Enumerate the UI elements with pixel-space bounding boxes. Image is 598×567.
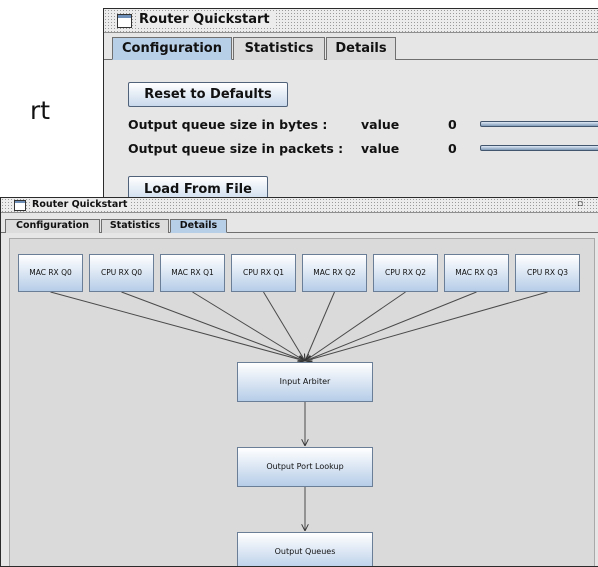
output-port-lookup-node[interactable]: Output Port Lookup xyxy=(237,447,373,487)
tab-statistics[interactable]: Statistics xyxy=(233,37,325,60)
tab-configuration[interactable]: Configuration xyxy=(5,219,100,233)
title-bar[interactable]: Router Quickstart ▫︎ xyxy=(1,198,598,213)
router-quickstart-window-back[interactable]: Router Quickstart Configuration Statisti… xyxy=(103,8,598,218)
tab-bar: Configuration Statistics Details xyxy=(1,219,598,233)
queue-to-arbiter-edge xyxy=(305,291,548,361)
packets-slider[interactable] xyxy=(480,145,598,151)
window-icon xyxy=(117,14,132,28)
slide-text-fragment: rt xyxy=(30,96,51,125)
bytes-slider[interactable] xyxy=(480,121,598,127)
packets-value: 0 xyxy=(448,141,457,156)
queue-node[interactable]: CPU RX Q1 xyxy=(231,254,296,292)
bytes-row-label: Output queue size in bytes : xyxy=(128,117,328,132)
bytes-value-label: value xyxy=(361,117,400,132)
queue-node[interactable]: MAC RX Q0 xyxy=(18,254,83,292)
window-icon xyxy=(14,200,26,211)
tab-details[interactable]: Details xyxy=(170,219,227,233)
tab-details[interactable]: Details xyxy=(326,37,396,60)
details-diagram-panel: MAC RX Q0 CPU RX Q0 MAC RX Q1 CPU RX Q1 … xyxy=(9,238,595,566)
reset-to-defaults-button[interactable]: Reset to Defaults xyxy=(128,82,288,107)
queue-node[interactable]: MAC RX Q2 xyxy=(302,254,367,292)
queue-node[interactable]: MAC RX Q3 xyxy=(444,254,509,292)
tab-configuration[interactable]: Configuration xyxy=(112,37,232,60)
queue-to-arbiter-edge xyxy=(263,291,306,361)
queue-to-arbiter-edge xyxy=(192,291,306,361)
bytes-value: 0 xyxy=(448,117,457,132)
queue-node[interactable]: MAC RX Q1 xyxy=(160,254,225,292)
tab-bar: Configuration Statistics Details xyxy=(104,37,598,60)
router-quickstart-window-front[interactable]: Router Quickstart ▫︎ Configuration Stati… xyxy=(0,197,598,567)
queue-to-arbiter-edge xyxy=(50,291,306,361)
window-title: Router Quickstart xyxy=(30,199,132,210)
output-queues-node[interactable]: Output Queues xyxy=(237,532,373,566)
queue-to-arbiter-edge xyxy=(121,291,306,361)
packets-value-label: value xyxy=(361,141,400,156)
tab-statistics[interactable]: Statistics xyxy=(101,219,169,233)
title-bar[interactable]: Router Quickstart xyxy=(104,9,598,33)
input-arbiter-node[interactable]: Input Arbiter xyxy=(237,362,373,402)
queue-node[interactable]: CPU RX Q3 xyxy=(515,254,580,292)
packets-row-label: Output queue size in packets : xyxy=(128,141,344,156)
queue-node[interactable]: CPU RX Q2 xyxy=(373,254,438,292)
window-title: Router Quickstart xyxy=(137,12,275,27)
queue-node[interactable]: CPU RX Q0 xyxy=(89,254,154,292)
window-control-icon[interactable]: ▫︎ xyxy=(577,199,583,209)
